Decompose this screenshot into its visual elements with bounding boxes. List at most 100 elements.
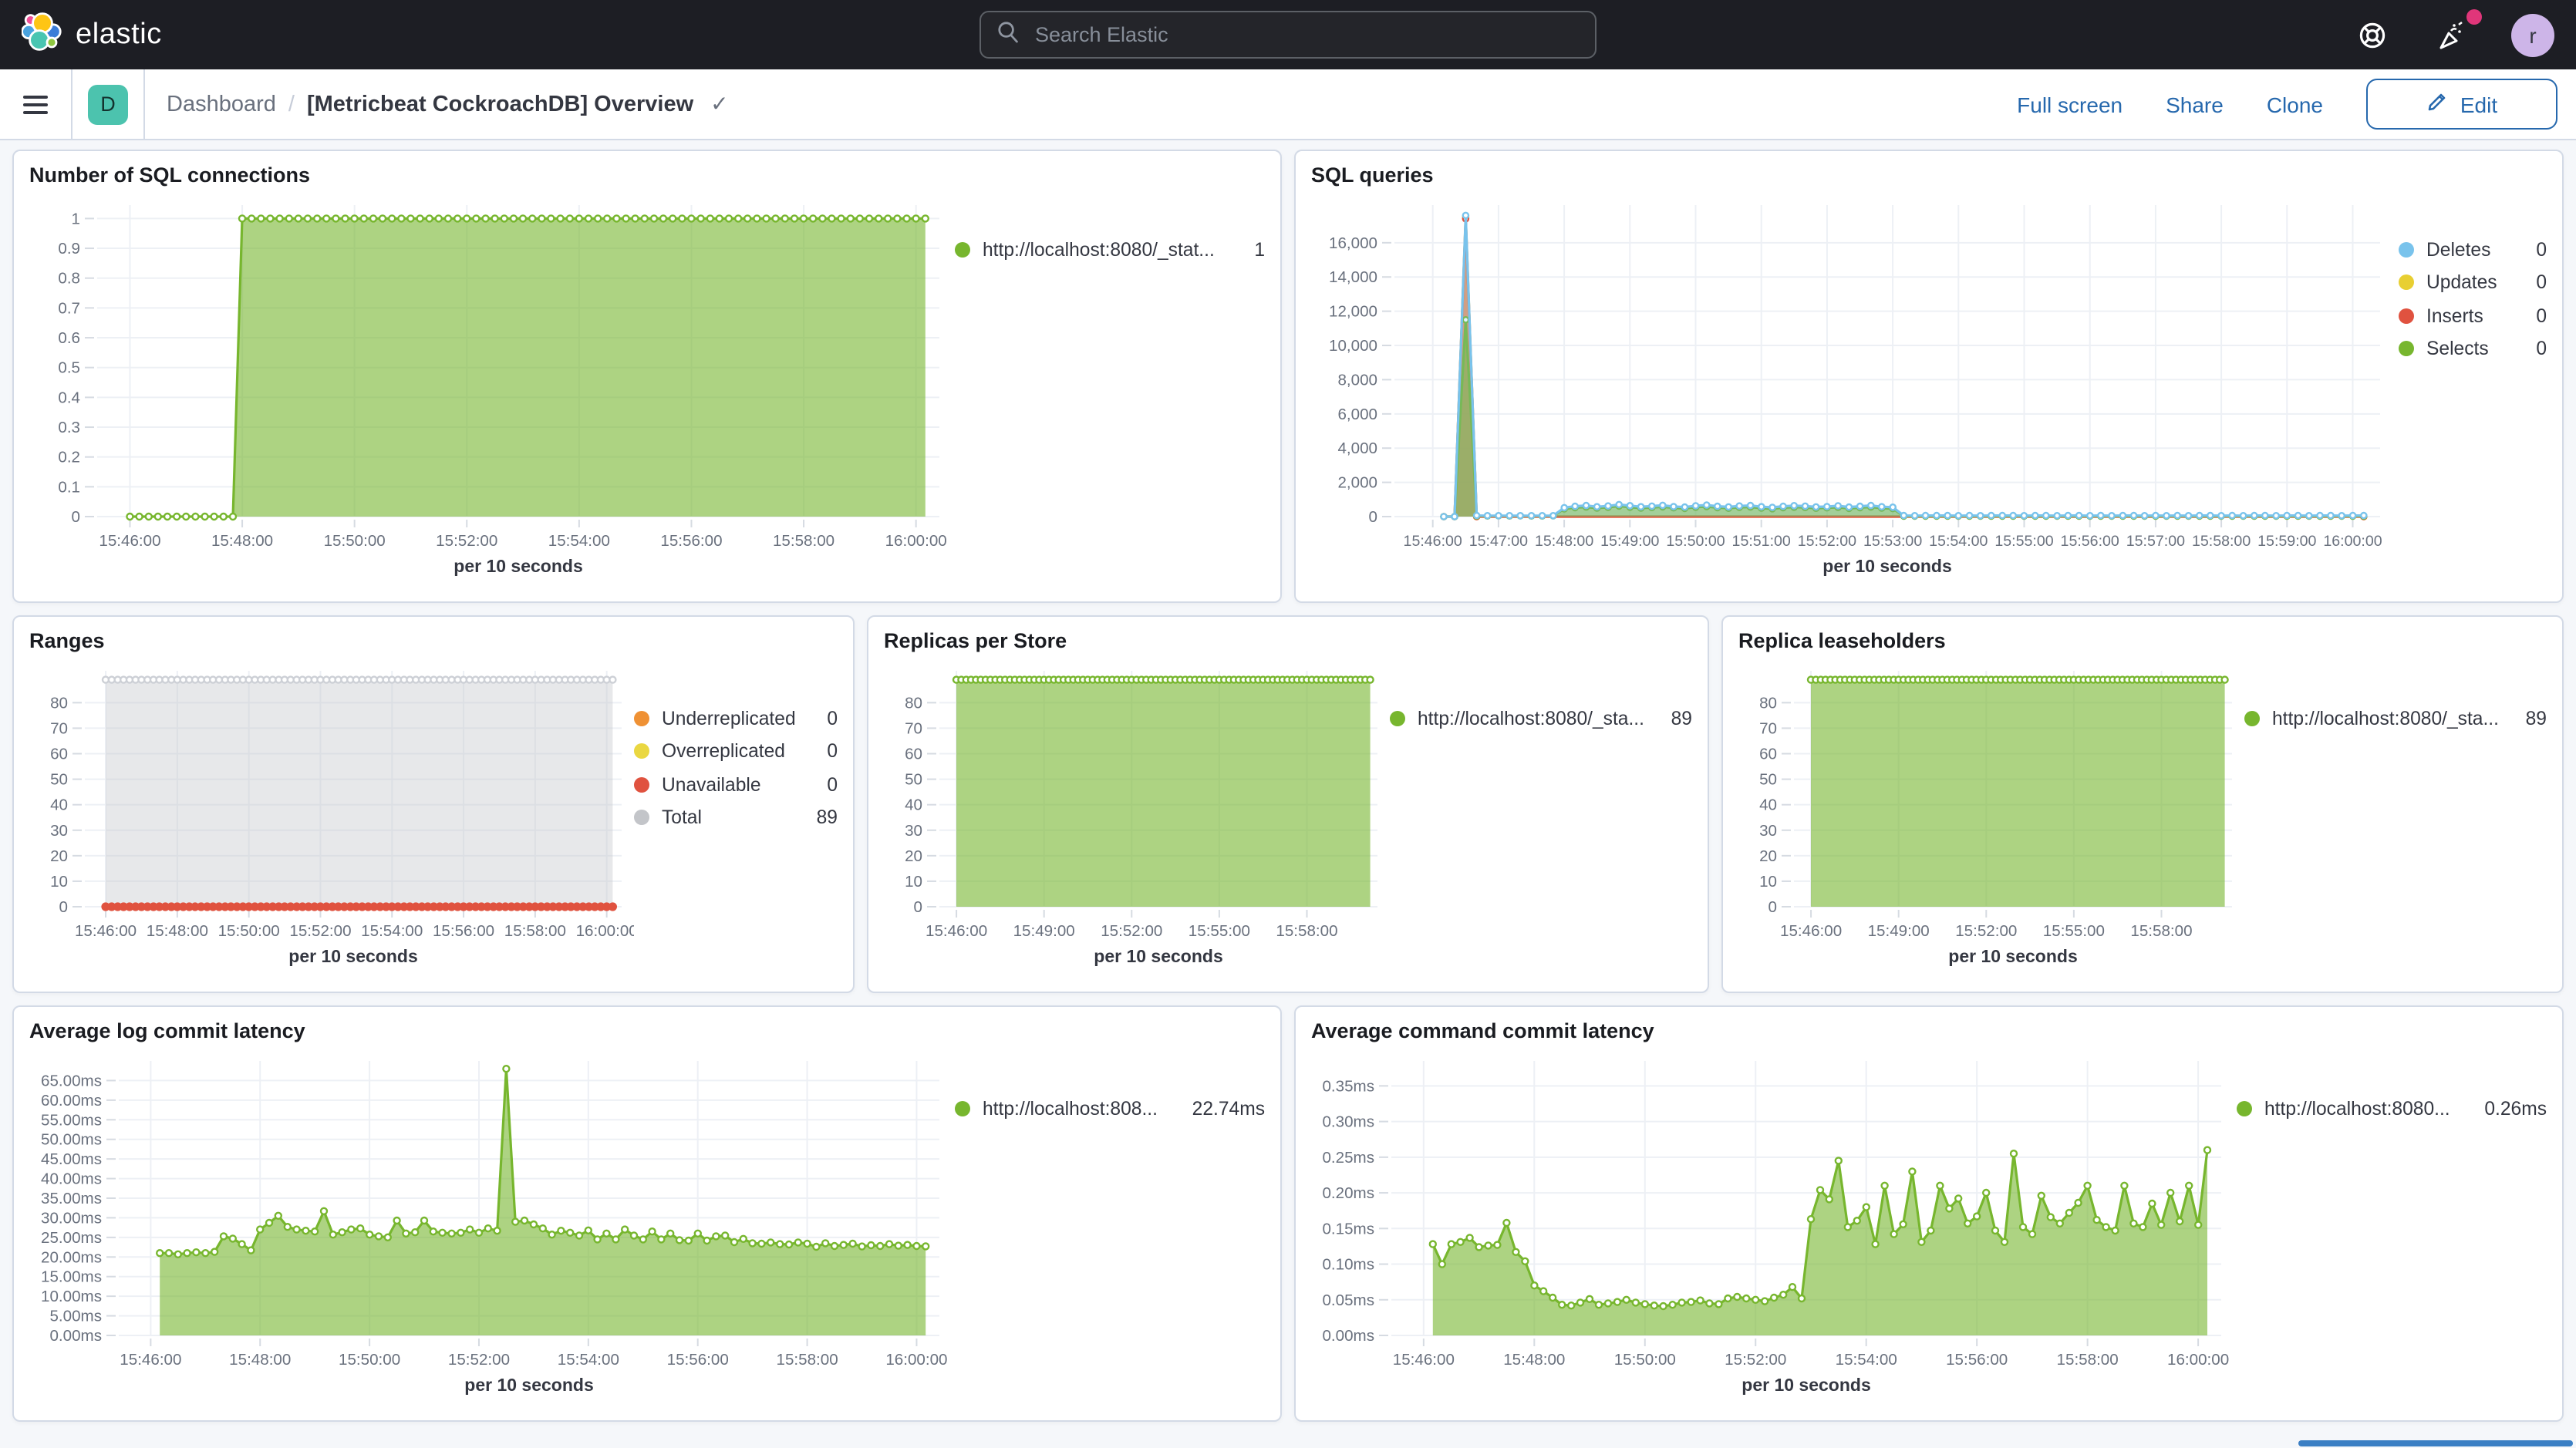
panel-sql-queries: SQL queries 15:46:0015:47:0015:48:0015:4…	[1294, 150, 2564, 603]
replica-leaseholders-chart[interactable]: 15:46:0015:49:0015:52:0015:55:0015:58:00…	[1738, 652, 2244, 972]
log-commit-latency-chart[interactable]: 15:46:0015:48:0015:50:0015:52:0015:54:00…	[29, 1042, 955, 1400]
legend-series-label: Updates	[2426, 272, 2524, 294]
dashboard-toolbar: D Dashboard / [Metricbeat CockroachDB] O…	[0, 69, 2576, 140]
svg-text:55.00ms: 55.00ms	[41, 1111, 102, 1129]
svg-text:70: 70	[1759, 719, 1777, 737]
chart-legend: Deletes0Updates0Inserts0Selects0	[2399, 187, 2547, 581]
svg-text:15:46:00: 15:46:00	[926, 922, 987, 940]
svg-text:0.2: 0.2	[58, 449, 80, 466]
legend-item[interactable]: http://localhost:8080/_sta...89	[2244, 702, 2547, 735]
svg-text:15:50:00: 15:50:00	[324, 532, 386, 550]
svg-text:10,000: 10,000	[1329, 337, 1377, 355]
share-button[interactable]: Share	[2166, 92, 2224, 116]
svg-text:0.35ms: 0.35ms	[1322, 1077, 1374, 1095]
pencil-icon	[2426, 91, 2448, 117]
chart-legend: Underreplicated 0 Overreplicated0Unavailab…	[634, 652, 838, 972]
legend-series-value: 0	[2536, 338, 2547, 360]
svg-text:15:58:00: 15:58:00	[504, 922, 566, 940]
svg-text:40: 40	[50, 796, 68, 814]
news-feed-icon[interactable]	[2431, 13, 2474, 56]
svg-text:15:58:00: 15:58:00	[2057, 1351, 2119, 1369]
panel-title: Number of SQL connections	[29, 163, 1265, 187]
legend-item[interactable]: Inserts0	[2399, 299, 2547, 332]
legend-series-dot	[955, 1101, 970, 1116]
legend-series-dot	[955, 242, 970, 258]
legend-series-dot	[2244, 711, 2260, 726]
legend-item[interactable]: Updates 0	[2399, 266, 2547, 299]
legend-series-value: 0.26ms	[2484, 1098, 2547, 1120]
sql-connections-chart[interactable]: 15:46:0015:48:0015:50:0015:52:0015:54:00…	[29, 187, 955, 581]
legend-series-dot	[2399, 342, 2414, 357]
svg-text:10: 10	[905, 873, 922, 891]
svg-text:60: 60	[1759, 746, 1777, 763]
svg-text:15:56:00: 15:56:00	[433, 922, 494, 940]
legend-item[interactable]: Overreplicated0	[634, 735, 838, 768]
legend-item[interactable]: http://localhost:808...22.74ms	[955, 1092, 1265, 1125]
svg-text:12,000: 12,000	[1329, 303, 1377, 321]
svg-text:65.00ms: 65.00ms	[41, 1072, 102, 1089]
svg-text:60: 60	[50, 746, 68, 763]
legend-series-label: Underreplicated	[662, 708, 814, 729]
legend-item[interactable]: Selects0	[2399, 332, 2547, 365]
ranges-chart[interactable]: 15:46:0015:48:0015:50:0015:52:0015:54:00…	[29, 652, 634, 972]
svg-text:0: 0	[1768, 898, 1777, 916]
legend-item[interactable]: Underreplicated 0	[634, 702, 838, 735]
panel-title: Ranges	[29, 629, 838, 652]
svg-text:15:54:00: 15:54:00	[1929, 533, 1988, 550]
legend-item[interactable]: Deletes0	[2399, 233, 2547, 266]
clone-button[interactable]: Clone	[2267, 92, 2323, 116]
svg-text:0.10ms: 0.10ms	[1322, 1256, 1374, 1274]
legend-series-dot	[2237, 1101, 2252, 1116]
edit-button[interactable]: Edit	[2366, 79, 2557, 130]
legend-item[interactable]: Total89	[634, 801, 838, 834]
dashboard-badge[interactable]: D	[88, 84, 128, 124]
legend-series-value: 0	[2536, 272, 2547, 294]
legend-item[interactable]: http://localhost:8080...0.26ms	[2237, 1092, 2547, 1125]
legend-series-value: 0	[827, 708, 838, 729]
svg-text:30: 30	[50, 822, 68, 840]
svg-text:8,000: 8,000	[1337, 371, 1377, 389]
svg-text:15:52:00: 15:52:00	[1955, 922, 2017, 940]
search-input[interactable]	[1032, 22, 1580, 48]
global-search[interactable]	[979, 11, 1597, 59]
svg-text:80: 80	[1759, 694, 1777, 712]
svg-text:15:46:00: 15:46:00	[1404, 533, 1462, 550]
legend-series-dot	[2399, 308, 2414, 324]
svg-text:15.00ms: 15.00ms	[41, 1268, 102, 1286]
legend-series-dot	[2399, 275, 2414, 291]
svg-text:20: 20	[905, 847, 922, 865]
svg-text:15:58:00: 15:58:00	[2192, 533, 2251, 550]
command-commit-latency-chart[interactable]: 15:46:0015:48:0015:50:0015:52:0015:54:00…	[1311, 1042, 2237, 1400]
panel-ranges: Ranges 15:46:0015:48:0015:50:0015:52:001…	[12, 615, 855, 993]
elastic-logo-icon[interactable]	[22, 11, 62, 59]
legend-item[interactable]: Unavailable0	[634, 768, 838, 801]
svg-text:15:49:00: 15:49:00	[1600, 533, 1659, 550]
horizontal-scrollbar-thumb[interactable]	[2298, 1440, 2573, 1446]
legend-series-dot	[634, 744, 649, 759]
svg-text:15:49:00: 15:49:00	[1013, 922, 1075, 940]
panel-replica-leaseholders: Replica leaseholders 15:46:0015:49:0015:…	[1721, 615, 2564, 993]
svg-text:14,000: 14,000	[1329, 268, 1377, 286]
breadcrumb-dashboard-link[interactable]: Dashboard	[167, 92, 276, 116]
legend-item[interactable]: http://localhost:8080/_sta...89	[1390, 702, 1692, 735]
legend-series-dot	[2399, 242, 2414, 258]
replicas-per-store-chart[interactable]: 15:46:0015:49:0015:52:0015:55:0015:58:00…	[884, 652, 1390, 972]
legend-item[interactable]: http://localhost:8080/_stat...1	[955, 233, 1265, 266]
full-screen-button[interactable]: Full screen	[2017, 92, 2123, 116]
svg-text:15:50:00: 15:50:00	[1614, 1351, 1676, 1369]
legend-series-label: http://localhost:8080/_sta...	[2272, 708, 2514, 729]
panel-title: Average command commit latency	[1311, 1019, 2547, 1042]
sql-queries-chart[interactable]: 15:46:0015:47:0015:48:0015:49:0015:50:00…	[1311, 187, 2399, 581]
user-avatar[interactable]: r	[2511, 13, 2554, 56]
main-menu-button[interactable]	[0, 69, 72, 139]
help-icon[interactable]	[2351, 13, 2394, 56]
svg-text:per 10 seconds: per 10 seconds	[464, 1375, 593, 1395]
svg-text:0.8: 0.8	[58, 270, 80, 288]
svg-text:10: 10	[50, 873, 68, 891]
search-icon	[996, 19, 1020, 50]
svg-text:15:56:00: 15:56:00	[1946, 1351, 2008, 1369]
legend-series-value: 0	[2536, 305, 2547, 327]
svg-text:15:50:00: 15:50:00	[1666, 533, 1725, 550]
chart-legend: http://localhost:8080/_stat...1	[955, 187, 1265, 581]
svg-text:0.25ms: 0.25ms	[1322, 1149, 1374, 1167]
